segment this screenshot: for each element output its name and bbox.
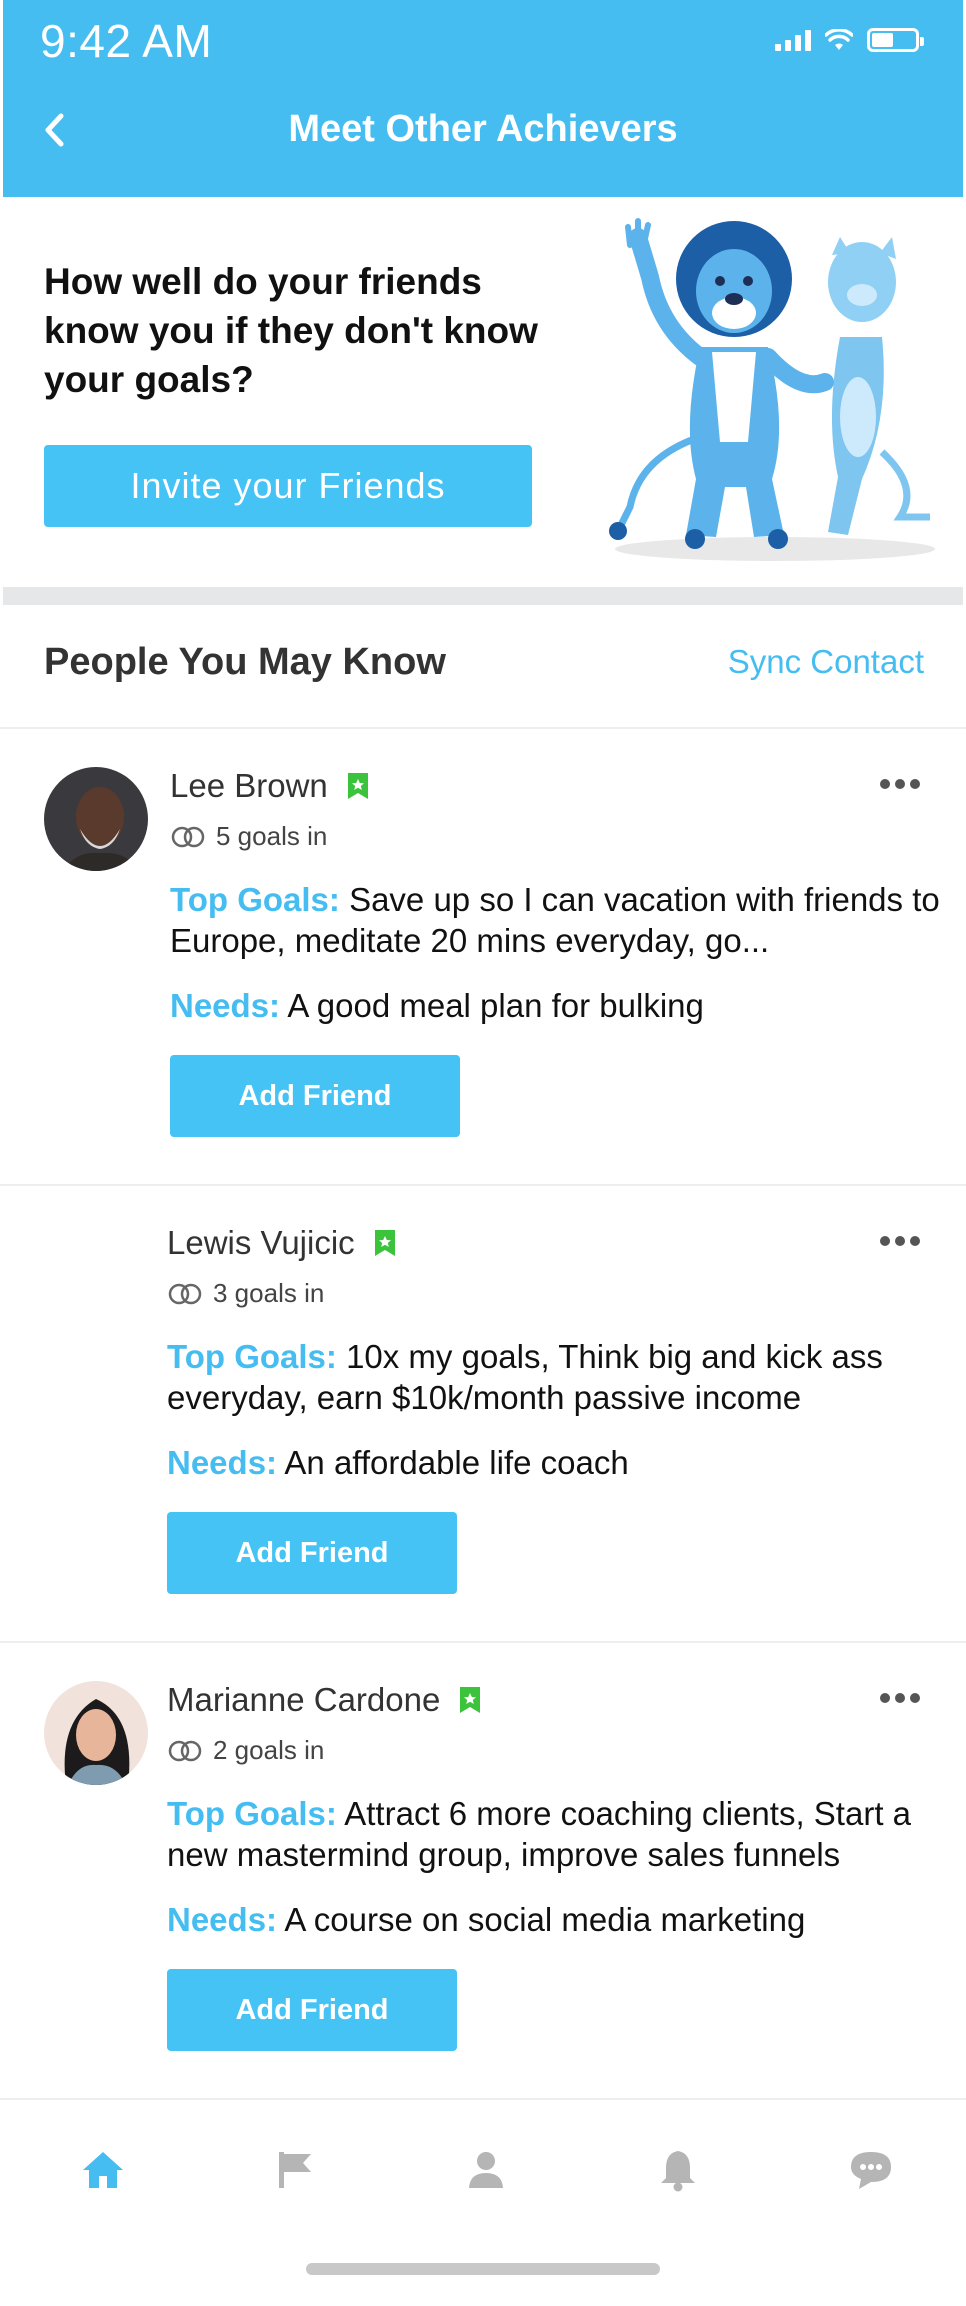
- rings-icon: [171, 826, 205, 847]
- name-row: Marianne Cardone: [167, 1681, 481, 1719]
- needs-label: Needs:: [170, 987, 281, 1024]
- invite-friends-button[interactable]: Invite your Friends: [44, 445, 532, 527]
- verified-badge-icon: [347, 773, 368, 799]
- section-title: People You May Know: [44, 641, 446, 683]
- lion-mascot-illustration: [609, 218, 935, 561]
- bottom-nav: [0, 2100, 966, 2220]
- profile-icon: [469, 2152, 503, 2188]
- person-name[interactable]: Lee Brown: [170, 767, 328, 805]
- person-card: Lee Brown 5 goals in Top Goals: Save up …: [0, 729, 966, 1186]
- top-goals-text: Top Goals: Attract 6 more coaching clien…: [167, 1793, 966, 1875]
- needs-value: A course on social media marketing: [284, 1901, 806, 1938]
- goals-count: 2 goals in: [213, 1735, 325, 1765]
- more-options-button[interactable]: [880, 1693, 920, 1703]
- name-row: Lewis Vujicic: [167, 1224, 395, 1262]
- needs-label: Needs:: [167, 1444, 278, 1481]
- rings-icon: [168, 1283, 202, 1304]
- app-header: 9:42 AM Meet Other Achievers: [3, 0, 963, 197]
- hero-headline: How well do your friends know you if the…: [44, 261, 538, 400]
- nav-goals[interactable]: [266, 2140, 326, 2200]
- add-friend-button[interactable]: Add Friend: [167, 1512, 457, 1594]
- home-icon: [83, 2152, 123, 2188]
- needs-text: Needs: A good meal plan for bulking: [170, 987, 966, 1025]
- more-options-button[interactable]: [880, 779, 920, 789]
- person-name[interactable]: Marianne Cardone: [167, 1681, 440, 1719]
- nav-home[interactable]: [73, 2140, 133, 2200]
- nav-notifications[interactable]: [648, 2140, 708, 2200]
- top-goals-label: Top Goals:: [167, 1795, 337, 1832]
- flag-icon: [279, 2152, 311, 2188]
- people-section-header: People You May Know Sync Contact: [0, 605, 966, 729]
- person-name[interactable]: Lewis Vujicic: [167, 1224, 355, 1262]
- bell-icon: [661, 2151, 695, 2192]
- invite-hero: How well do your friends know you if the…: [0, 197, 966, 587]
- chat-icon: [851, 2152, 891, 2189]
- rings-icon: [168, 1740, 202, 1761]
- name-row: Lee Brown: [170, 767, 368, 805]
- verified-badge-icon: [460, 1687, 481, 1713]
- sync-contact-link[interactable]: Sync Contact: [728, 643, 924, 681]
- more-options-button[interactable]: [880, 1236, 920, 1246]
- nav-profile[interactable]: [456, 2140, 516, 2200]
- wifi-icon: [825, 29, 853, 50]
- needs-text: Needs: A course on social media marketin…: [167, 1901, 966, 1939]
- top-goals-label: Top Goals:: [170, 881, 340, 918]
- goals-count: 3 goals in: [213, 1278, 325, 1308]
- battery-icon: [867, 28, 924, 52]
- status-time: 9:42 AM: [40, 15, 213, 67]
- needs-text: Needs: An affordable life coach: [167, 1444, 966, 1482]
- goals-count: 5 goals in: [216, 821, 328, 851]
- verified-badge-icon: [374, 1230, 395, 1256]
- goals-count-row: 2 goals in: [167, 1735, 324, 1766]
- nav-messages[interactable]: [841, 2140, 901, 2200]
- needs-value: A good meal plan for bulking: [287, 987, 704, 1024]
- avatar: [44, 1681, 148, 1785]
- add-friend-button[interactable]: Add Friend: [167, 1969, 457, 2051]
- person-card: Lewis Vujicic 3 goals in Top Goals: 10x …: [0, 1186, 966, 1643]
- add-friend-button[interactable]: Add Friend: [170, 1055, 460, 1137]
- page-title: Meet Other Achievers: [288, 108, 678, 150]
- status-icons: [775, 28, 924, 52]
- signal-icon: [775, 29, 811, 51]
- top-goals-text: Top Goals: Save up so I can vacation wit…: [170, 879, 966, 961]
- top-goals-label: Top Goals:: [167, 1338, 337, 1375]
- goals-count-row: 3 goals in: [167, 1278, 324, 1309]
- home-indicator[interactable]: [306, 2263, 660, 2275]
- needs-value: An affordable life coach: [284, 1444, 629, 1481]
- avatar: [44, 767, 148, 871]
- top-goals-text: Top Goals: 10x my goals, Think big and k…: [167, 1336, 966, 1418]
- needs-label: Needs:: [167, 1901, 278, 1938]
- goals-count-row: 5 goals in: [170, 821, 327, 852]
- section-divider: [3, 587, 963, 605]
- person-card: Marianne Cardone 2 goals in Top Goals: A…: [0, 1643, 966, 2100]
